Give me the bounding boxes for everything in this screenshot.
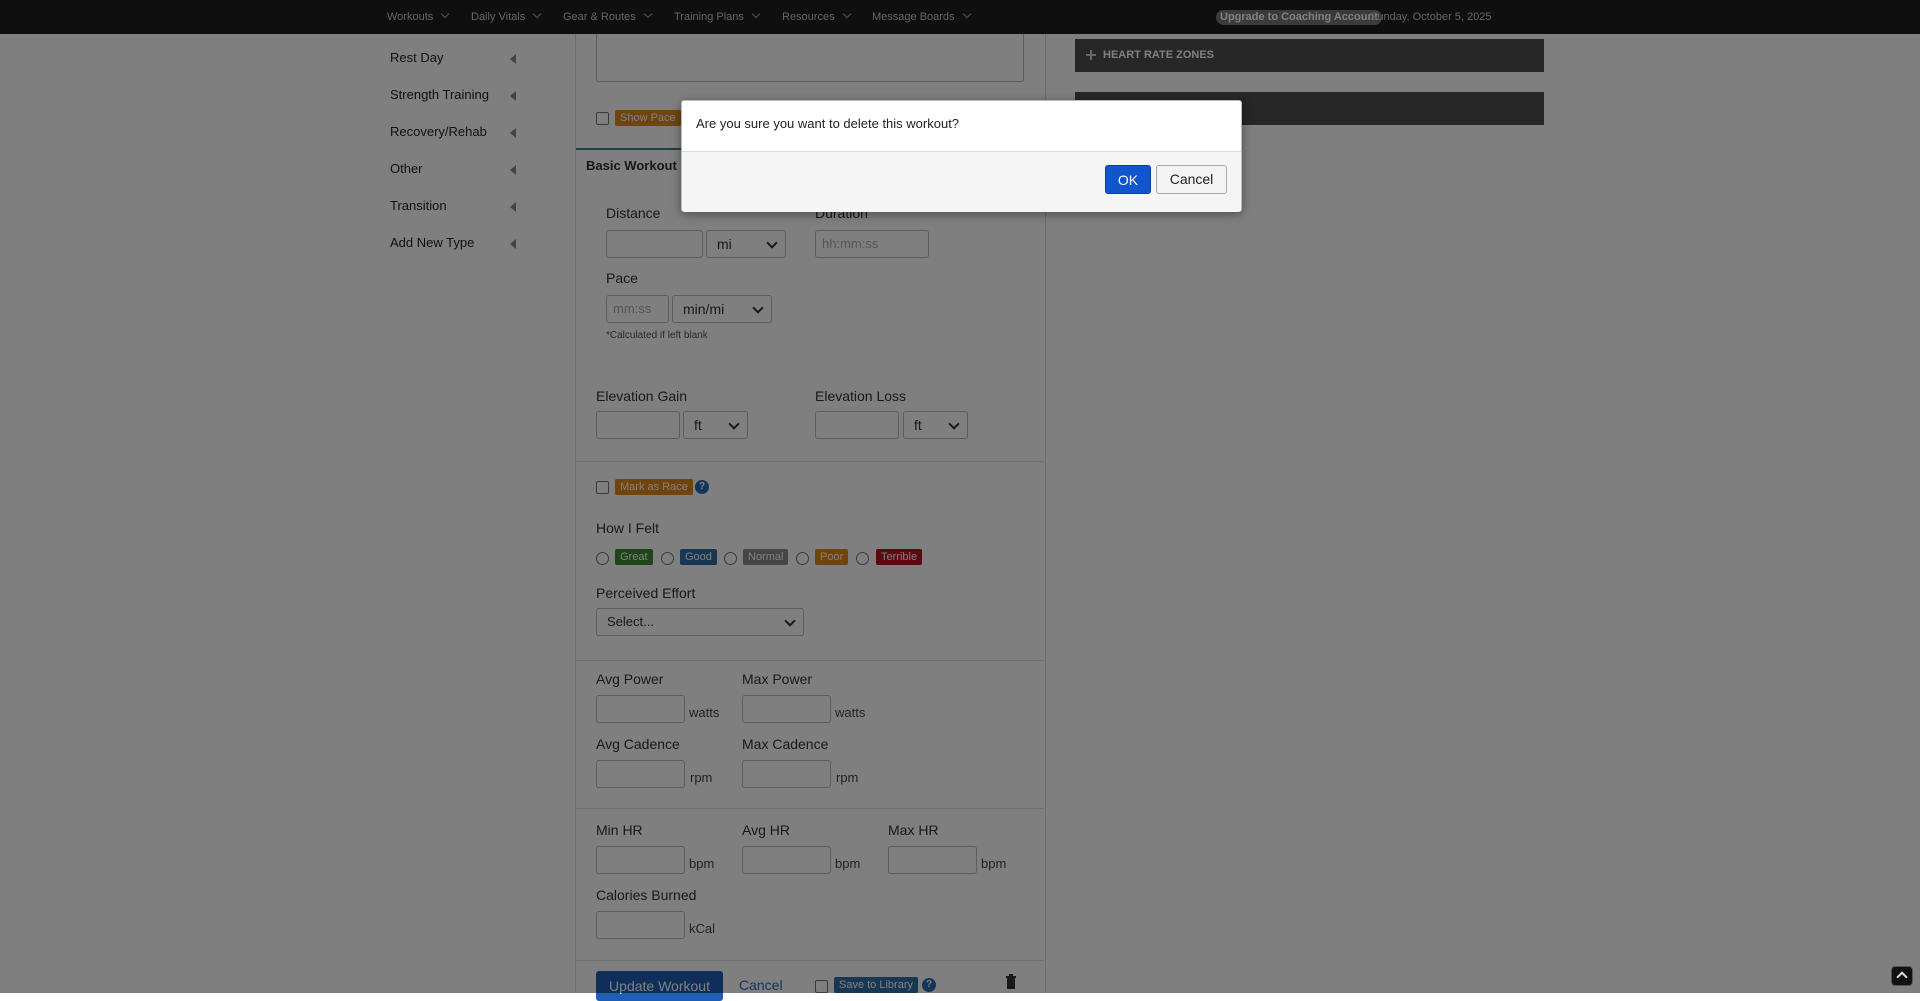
- ok-button[interactable]: OK: [1105, 165, 1151, 194]
- scroll-to-top-icon[interactable]: [1891, 966, 1913, 986]
- confirm-dialog: Are you sure you want to delete this wor…: [681, 100, 1242, 212]
- dialog-footer: OK Cancel: [682, 151, 1241, 212]
- cancel-button[interactable]: Cancel: [1156, 165, 1227, 194]
- dialog-message: Are you sure you want to delete this wor…: [696, 116, 960, 131]
